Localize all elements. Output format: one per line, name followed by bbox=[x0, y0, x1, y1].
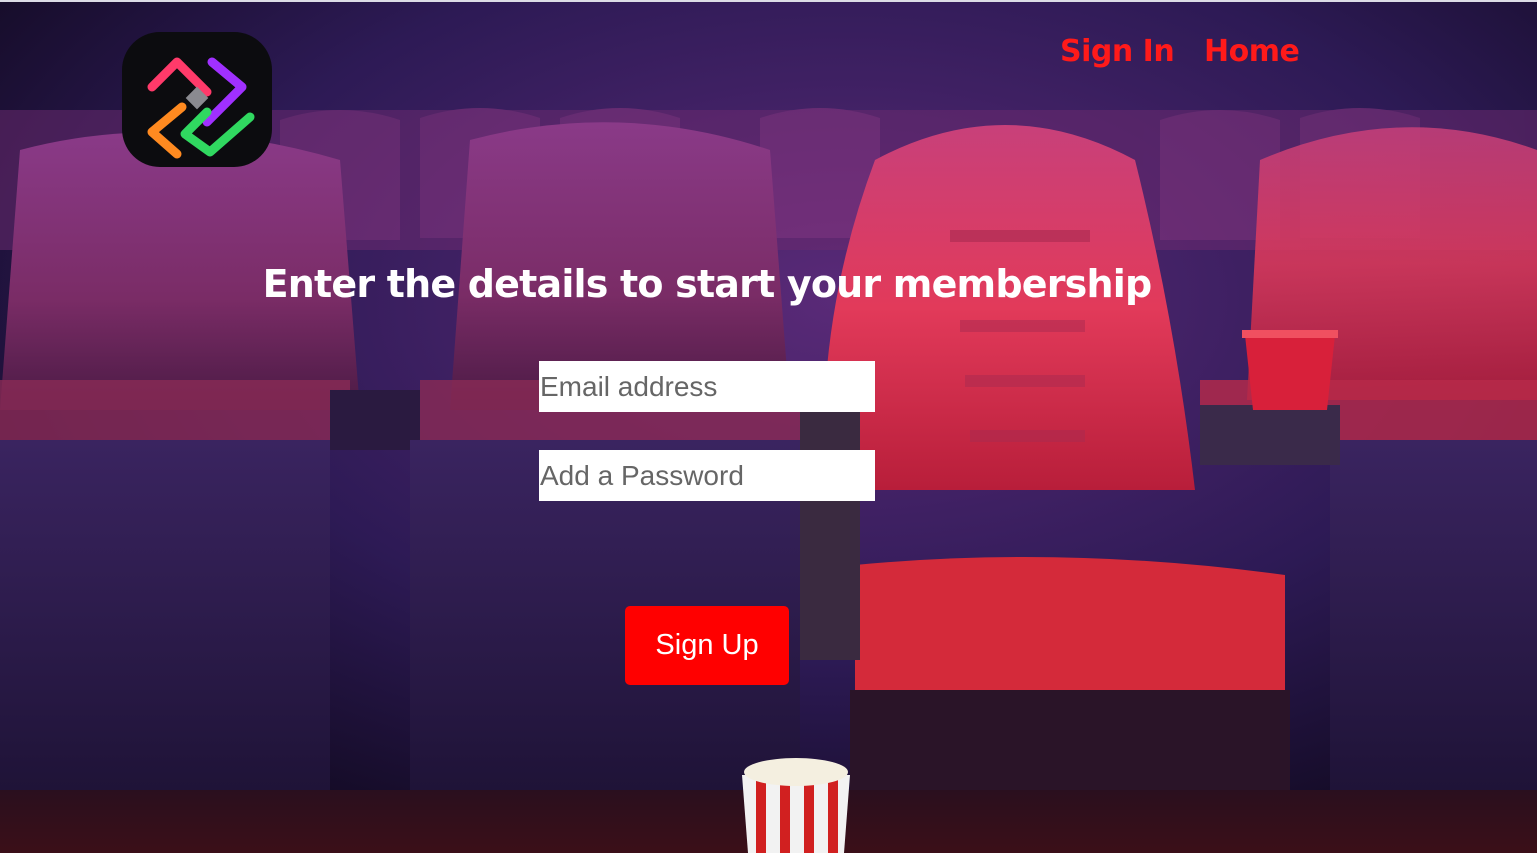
home-link[interactable]: Home bbox=[1204, 34, 1300, 69]
sign-in-link[interactable]: Sign In bbox=[1060, 34, 1175, 69]
signup-page: Sign In Home Enter the details to start … bbox=[0, 0, 1537, 853]
app-logo-icon[interactable] bbox=[122, 32, 272, 167]
page-title: Enter the details to start your membersh… bbox=[0, 262, 1414, 306]
headline-text: Enter the details to start your membersh… bbox=[262, 262, 1153, 306]
top-border bbox=[0, 0, 1537, 2]
sign-up-button[interactable]: Sign Up bbox=[625, 606, 789, 685]
password-field[interactable] bbox=[539, 450, 875, 501]
email-field[interactable] bbox=[539, 361, 875, 412]
